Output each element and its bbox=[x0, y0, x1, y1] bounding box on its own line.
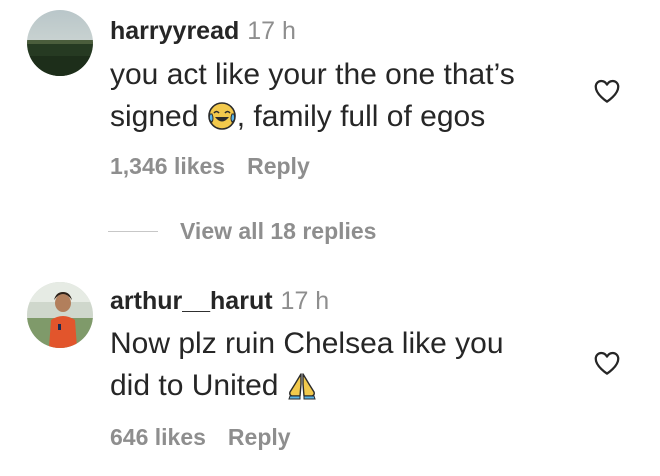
comment-text-line: did to United bbox=[110, 369, 287, 402]
comment-username[interactable]: harryyread bbox=[110, 17, 239, 45]
avatar-image bbox=[27, 282, 93, 348]
folded-hands-emoji bbox=[287, 370, 317, 412]
heart-outline-icon[interactable] bbox=[592, 348, 622, 378]
avatar[interactable] bbox=[27, 282, 93, 348]
comment-text-line: Now plz ruin Chelsea like you bbox=[110, 327, 504, 360]
comment-meta: 646 likes Reply bbox=[110, 423, 291, 451]
comment-item: arthur__harut 17 h Now plz ruin Chelsea l… bbox=[0, 270, 660, 470]
comment-meta: 1,346 likes Reply bbox=[110, 152, 310, 180]
like-count[interactable]: 646 likes bbox=[110, 424, 206, 450]
tears-of-joy-emoji bbox=[207, 101, 237, 143]
reply-button[interactable]: Reply bbox=[247, 153, 310, 179]
comment-text: you act like your the one that’s signed … bbox=[110, 54, 570, 143]
comment-header: harryyread 17 h bbox=[110, 16, 296, 46]
avatar[interactable] bbox=[27, 10, 93, 76]
view-replies-label: View all 18 replies bbox=[180, 218, 377, 244]
comment-item: harryyread 17 h you act like your the one… bbox=[0, 0, 660, 200]
heart-outline-icon[interactable] bbox=[592, 76, 622, 106]
comment-header: arthur__harut 17 h bbox=[110, 286, 329, 316]
comment-text: Now plz ruin Chelsea like you did to Uni… bbox=[110, 323, 570, 412]
comment-text-line: signed bbox=[110, 100, 207, 133]
comment-time: 17 h bbox=[247, 17, 296, 45]
comment-text-line: you act like your the one that’s bbox=[110, 58, 515, 91]
replies-divider bbox=[108, 231, 158, 232]
view-replies-button[interactable]: View all 18 replies bbox=[108, 218, 376, 248]
avatar-image bbox=[27, 10, 93, 76]
like-count[interactable]: 1,346 likes bbox=[110, 153, 225, 179]
comment-time: 17 h bbox=[280, 287, 330, 315]
comment-username[interactable]: arthur__harut bbox=[110, 287, 273, 315]
reply-button[interactable]: Reply bbox=[228, 424, 291, 450]
comment-text-line: , family full of egos bbox=[236, 100, 486, 133]
